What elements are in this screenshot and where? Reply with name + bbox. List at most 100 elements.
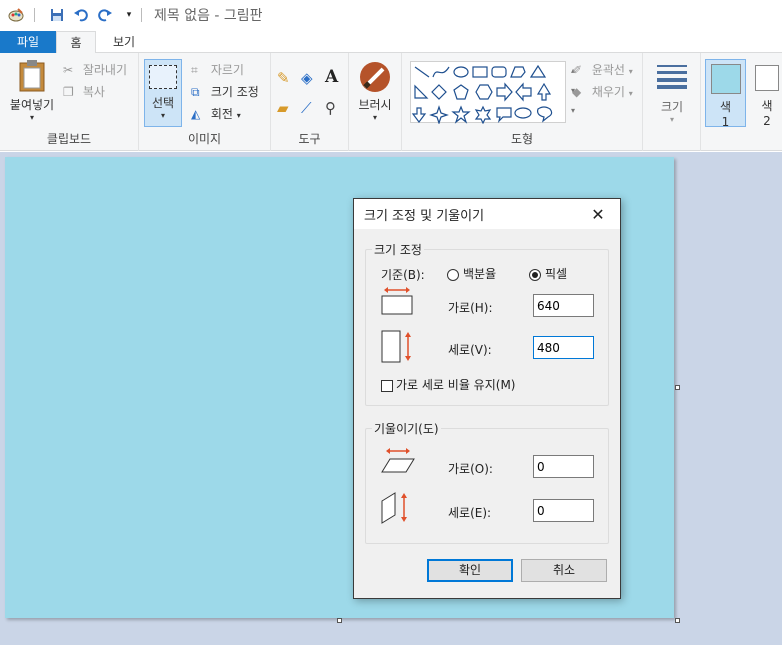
pixel-radio-circle [529, 268, 541, 281]
fill-icon: ◆ [572, 84, 582, 99]
color2-label-a: 색 [761, 99, 773, 113]
ribbon-tabs: 파일 홈 보기 [0, 31, 782, 54]
skew-horizontal-label: 가로(O): [448, 462, 493, 476]
resize-handle-right[interactable] [675, 385, 680, 390]
dialog-title: 크기 조정 및 기울이기 [364, 208, 485, 224]
quick-access-toolbar: ▾ [0, 0, 148, 30]
window-title: 제목 없음 - 그림판 [154, 8, 263, 24]
resize-fieldset: 크기 조정 기준(B): 백분율 픽셀 가로(H): 세로(V): 가로 세로 … [365, 241, 609, 406]
color1-label-b: 1 [721, 115, 730, 129]
resize-skew-dialog: 크기 조정 및 기울이기 ✕ 크기 조정 기준(B): 백분율 픽셀 가로(H)… [353, 198, 621, 599]
tools-group-label: 도구 [298, 132, 321, 146]
dialog-title-bar: 크기 조정 및 기울이기 ✕ [354, 199, 620, 229]
brush-icon [360, 62, 390, 92]
shapes-gallery[interactable] [410, 61, 566, 125]
horizontal-skew-icon [381, 448, 415, 473]
resize-handle-bottom[interactable] [337, 618, 342, 623]
save-icon[interactable] [49, 7, 65, 23]
pixel-radio[interactable]: 픽셀 [529, 265, 567, 282]
select-dropdown-icon[interactable]: ▾ [145, 111, 181, 120]
ribbon: 붙여넣기 ▾ ✂ 잘라내기 ❐ 복사 클립보드 선택 ▾ ⌗ 자르기 ⧉ 크기 … [0, 53, 782, 151]
select-button[interactable]: 선택 ▾ [144, 59, 182, 127]
resize-group-label: 크기 조정 [372, 241, 424, 258]
vertical-label: 세로(V): [448, 343, 492, 357]
rotate-icon: ◭ [191, 106, 201, 121]
color2-button[interactable]: 색 2 [751, 59, 782, 127]
pencil-icon[interactable]: ✎ [277, 69, 290, 87]
skew-horizontal-input[interactable] [533, 455, 594, 478]
copy-icon: ❐ [63, 84, 74, 99]
magnifier-icon[interactable]: ⚲ [325, 99, 336, 117]
copy-label: 복사 [82, 85, 105, 99]
color-picker-icon[interactable]: ⟋ [301, 99, 312, 117]
select-icon [149, 65, 177, 89]
size-button[interactable]: 크기 ▾ [655, 63, 689, 124]
outline-label: 윤곽선 [591, 63, 625, 77]
crop-icon: ⌗ [191, 62, 198, 77]
text-tool-icon[interactable]: A [325, 67, 338, 87]
cut-button[interactable]: ✂ 잘라내기 [63, 61, 127, 79]
paint-app-icon[interactable] [8, 7, 24, 23]
rotate-dropdown-icon[interactable]: ▾ [237, 111, 241, 120]
separator [34, 8, 35, 22]
ok-button[interactable]: 확인 [427, 559, 513, 582]
fill-label: 채우기 [591, 85, 625, 99]
clipboard-group: 붙여넣기 ▾ ✂ 잘라내기 ❐ 복사 클립보드 [0, 53, 139, 151]
percent-radio-label: 백분율 [463, 267, 497, 281]
tab-home[interactable]: 홈 [56, 31, 96, 54]
colors-group: 색 1 색 2 [701, 53, 782, 151]
fill-bucket-icon[interactable]: ◈ [301, 69, 313, 87]
outline-button[interactable]: ✐ 윤곽선 ▾ [572, 61, 633, 79]
paste-dropdown-icon[interactable]: ▾ [6, 113, 58, 122]
fill-button[interactable]: ◆ 채우기 ▾ [572, 83, 633, 101]
keep-ratio-label: 가로 세로 비율 유지(M) [396, 378, 516, 392]
eraser-icon[interactable]: ▰ [277, 99, 289, 117]
rotate-button[interactable]: ◭ 회전 ▾ [191, 105, 241, 123]
color1-label-a: 색 [719, 100, 732, 114]
clipboard-group-label: 클립보드 [46, 132, 92, 146]
fill-dropdown-icon: ▾ [628, 89, 633, 98]
close-icon[interactable]: ✕ [588, 205, 608, 224]
resize-handle-corner[interactable] [675, 618, 680, 623]
paste-label: 붙여넣기 [9, 98, 55, 112]
brushes-dropdown-icon[interactable]: ▾ [357, 113, 393, 122]
basis-label: 기준(B): [381, 268, 425, 282]
percent-radio-circle [447, 268, 459, 281]
percent-radio[interactable]: 백분율 [447, 265, 496, 282]
redo-icon[interactable] [97, 7, 113, 23]
vertical-skew-icon [381, 492, 407, 524]
size-dropdown-icon: ▾ [669, 115, 674, 124]
resize-button[interactable]: ⧉ 크기 조정 [191, 83, 259, 101]
color1-button[interactable]: 색 1 [705, 59, 746, 129]
customize-toolbar-icon[interactable]: ▾ [121, 7, 137, 23]
shapes-gallery-icons [411, 64, 553, 125]
skew-vertical-input[interactable] [533, 499, 594, 522]
skew-vertical-label: 세로(E): [448, 506, 492, 520]
vertical-size-input[interactable] [533, 336, 594, 359]
title-bar: ▾ 제목 없음 - 그림판 [0, 0, 782, 30]
horizontal-size-input[interactable] [533, 294, 594, 317]
tab-view[interactable]: 보기 [96, 31, 152, 53]
crop-label: 자르기 [210, 63, 244, 77]
color1-swatch [710, 64, 741, 94]
crop-button[interactable]: ⌗ 자르기 [191, 61, 244, 79]
undo-icon[interactable] [73, 7, 89, 23]
resize-icon: ⧉ [191, 84, 200, 99]
skew-fieldset: 기울이기(도) 가로(O): 세로(E): [365, 420, 609, 544]
cancel-button[interactable]: 취소 [521, 559, 607, 582]
copy-button[interactable]: ❐ 복사 [63, 83, 105, 101]
outline-icon: ✐ [572, 62, 583, 77]
tab-file[interactable]: 파일 [0, 31, 56, 53]
select-label: 선택 [151, 96, 175, 110]
tools-group: ✎ ◈ A ▰ ⟋ ⚲ 도구 [271, 53, 349, 151]
horizontal-resize-icon [381, 287, 413, 315]
size-group: 크기 ▾ [643, 53, 701, 151]
rotate-label: 회전 [210, 107, 233, 121]
resize-label: 크기 조정 [210, 85, 259, 99]
paste-button[interactable]: 붙여넣기 ▾ [6, 59, 58, 129]
paste-icon [19, 60, 45, 92]
shapes-group: ▴ ▾ ▾ ✐ 윤곽선 ▾ ◆ 채우기 ▾ 도형 [401, 53, 643, 151]
brushes-button[interactable]: 브러시 ▾ [357, 61, 393, 122]
size-label: 크기 [660, 100, 684, 114]
keep-ratio-checkbox[interactable]: 가로 세로 비율 유지(M) [381, 376, 515, 393]
